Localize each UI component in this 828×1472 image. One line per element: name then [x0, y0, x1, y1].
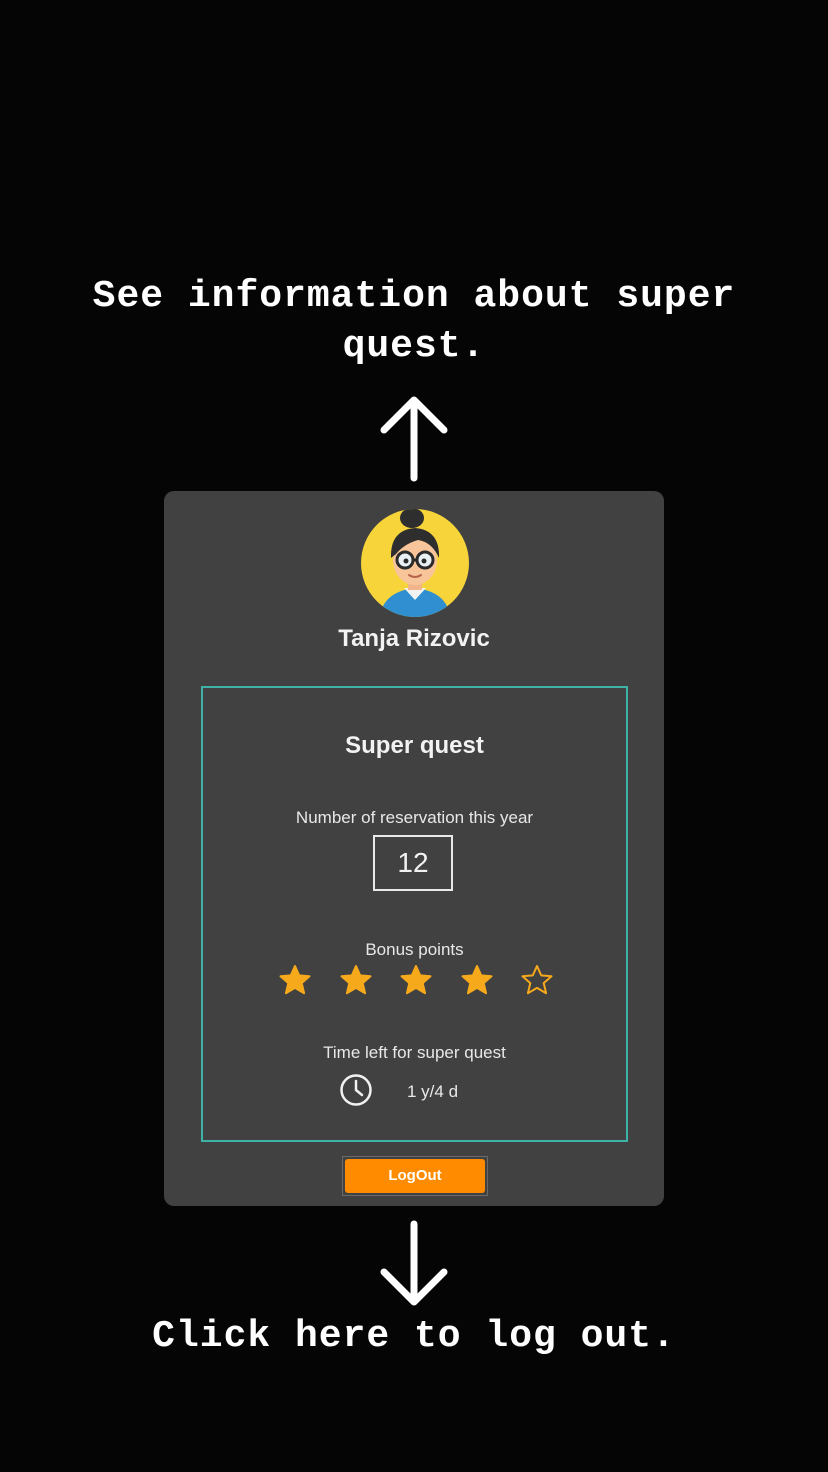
star-filled-icon — [400, 965, 432, 995]
bottom-caption: Click here to log out. — [152, 1315, 676, 1358]
bonus-star-rating — [279, 964, 559, 1004]
logout-button-label: LogOut — [345, 1159, 485, 1193]
arrow-down-icon — [380, 1220, 448, 1306]
time-left-label: Time left for super quest — [323, 1043, 506, 1062]
arrow-up-icon — [380, 396, 448, 482]
star-outline-icon — [521, 965, 553, 995]
profile-card: Tanja Rizovic Super quest Number of rese… — [164, 491, 664, 1206]
woman-with-glasses-avatar-icon — [361, 509, 469, 617]
logout-button[interactable]: LogOut — [342, 1156, 488, 1196]
time-left-value: 1 y/4 d — [407, 1082, 459, 1101]
clock-icon — [340, 1074, 372, 1106]
reservations-count: 12 — [373, 835, 453, 891]
star-filled-icon — [461, 965, 492, 995]
reservations-label: Number of reservation this year — [295, 808, 534, 827]
super-quest-title: Super quest — [345, 732, 484, 759]
super-quest-panel: Super quest Number of reservation this y… — [201, 686, 628, 1142]
top-caption: See information about super quest. — [92, 275, 736, 368]
user-name: Tanja Rizovic — [338, 625, 490, 652]
star-filled-icon — [340, 965, 371, 995]
star-filled-icon — [279, 965, 311, 995]
bonus-points-label: Bonus points — [365, 940, 464, 959]
